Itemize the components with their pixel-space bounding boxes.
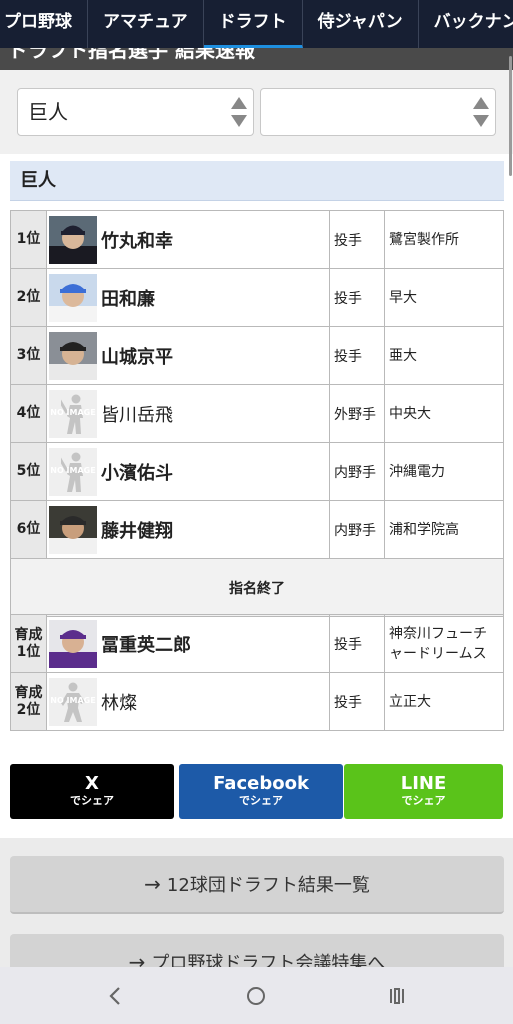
player-name[interactable]: 藤井健翔 bbox=[101, 521, 173, 542]
table-row[interactable]: 1位 竹丸和幸 投手 鷺宮製作所 bbox=[10, 210, 504, 269]
secondary-select[interactable] bbox=[260, 88, 496, 136]
team-line2: ャードリームス bbox=[389, 645, 487, 662]
player-name[interactable]: 田和廉 bbox=[101, 289, 155, 310]
pick-rank: 育成 2位 bbox=[10, 672, 47, 731]
tab-back-number[interactable]: バックナンバー bbox=[419, 0, 513, 48]
rank-line2: 1位 bbox=[16, 643, 41, 660]
draft-picks-table: 1位 竹丸和幸 投手 鷺宮製作所 2位 田和廉 投手 早大 3位 山城京平 投手… bbox=[10, 210, 504, 617]
team-line1: 神奈川フューチ bbox=[389, 625, 487, 642]
player-photo bbox=[49, 273, 97, 322]
share-x-sub: でシェア bbox=[70, 794, 114, 807]
development-picks-table: 育成 1位 冨重英二郎 投手 神奈川フューチ ャードリームス 育成 2位 NO IMA… bbox=[10, 614, 504, 731]
share-x-label: X bbox=[85, 773, 99, 794]
pick-rank: 4位 bbox=[10, 384, 47, 443]
scrollbar[interactable] bbox=[509, 56, 512, 176]
home-icon[interactable] bbox=[241, 981, 271, 1011]
player-position: 投手 bbox=[329, 326, 385, 385]
share-x-button[interactable]: X でシェア bbox=[10, 764, 174, 819]
player-team: 神奈川フューチ ャードリームス bbox=[384, 614, 504, 673]
recents-icon[interactable] bbox=[382, 981, 412, 1011]
player-position: 外野手 bbox=[329, 384, 385, 443]
rank-line1: 育成 bbox=[14, 626, 43, 643]
tab-draft[interactable]: ドラフト bbox=[203, 0, 303, 48]
share-facebook-label: Facebook bbox=[213, 773, 309, 794]
player-team: 早大 bbox=[384, 268, 504, 327]
player-photo bbox=[49, 505, 97, 554]
table-row[interactable]: 2位 田和廉 投手 早大 bbox=[10, 268, 504, 327]
share-line-label: LINE bbox=[400, 773, 447, 794]
player-name[interactable]: 林燦 bbox=[101, 693, 137, 714]
player-team: 立正大 bbox=[384, 672, 504, 731]
select-arrows-icon bbox=[473, 97, 489, 127]
no-image-placeholder: NO IMAGE bbox=[49, 389, 97, 438]
share-line-sub: でシェア bbox=[401, 794, 446, 807]
team-select[interactable]: 巨人 bbox=[17, 88, 254, 136]
pick-rank: 5位 bbox=[10, 442, 47, 501]
tab-amateur[interactable]: アマチュア bbox=[88, 0, 204, 48]
page-title: ドラフト指名選手 結果速報 bbox=[8, 48, 255, 62]
pick-rank: 2位 bbox=[10, 268, 47, 327]
link-label: 12球団ドラフト結果一覧 bbox=[166, 875, 370, 896]
player-name[interactable]: 皆川岳飛 bbox=[101, 405, 173, 426]
top-nav: プロ野球 アマチュア ドラフト 侍ジャパン バックナンバー bbox=[0, 0, 513, 48]
table-row-end: 指名終了 bbox=[10, 558, 504, 617]
table-row[interactable]: 育成 2位 NO IMAGE 林燦 投手 立正大 bbox=[10, 672, 504, 731]
player-position: 内野手 bbox=[329, 442, 385, 501]
pick-rank: 3位 bbox=[10, 326, 47, 385]
team-heading: 巨人 bbox=[10, 161, 504, 201]
select-arrows-icon bbox=[231, 97, 247, 127]
table-row[interactable]: 4位 NO IMAGE 皆川岳飛 外野手 中央大 bbox=[10, 384, 504, 443]
pick-rank: 1位 bbox=[10, 210, 47, 269]
team-line1: 立正大 bbox=[389, 693, 431, 710]
player-name[interactable]: 山城京平 bbox=[101, 347, 173, 368]
no-image-placeholder: NO IMAGE bbox=[49, 677, 97, 726]
rank-line2: 2位 bbox=[16, 701, 41, 718]
player-photo bbox=[49, 215, 97, 264]
player-position: 投手 bbox=[329, 614, 385, 673]
share-line-button[interactable]: LINE でシェア bbox=[344, 764, 503, 819]
player-team: 沖縄電力 bbox=[384, 442, 504, 501]
player-photo bbox=[49, 331, 97, 380]
player-team: 亜大 bbox=[384, 326, 504, 385]
table-row[interactable]: 育成 1位 冨重英二郎 投手 神奈川フューチ ャードリームス bbox=[10, 614, 504, 673]
no-image-label: NO IMAGE bbox=[50, 465, 96, 475]
player-photo bbox=[49, 619, 97, 668]
table-row[interactable]: 6位 藤井健翔 内野手 浦和学院高 bbox=[10, 500, 504, 559]
system-nav-bar bbox=[0, 967, 513, 1024]
player-team: 浦和学院高 bbox=[384, 500, 504, 559]
player-team: 中央大 bbox=[384, 384, 504, 443]
player-name[interactable]: 小濱佑斗 bbox=[101, 463, 173, 484]
player-team: 鷺宮製作所 bbox=[384, 210, 504, 269]
share-facebook-button[interactable]: Facebook でシェア bbox=[179, 764, 343, 819]
no-image-label: NO IMAGE bbox=[50, 695, 96, 705]
pick-rank: 6位 bbox=[10, 500, 47, 559]
back-icon[interactable] bbox=[100, 981, 130, 1011]
page-title-bar: ドラフト指名選手 結果速報 bbox=[0, 48, 513, 70]
player-position: 投手 bbox=[329, 672, 385, 731]
all-teams-results-link[interactable]: → 12球団ドラフト結果一覧 bbox=[10, 856, 504, 914]
player-name[interactable]: 冨重英二郎 bbox=[101, 635, 191, 656]
no-image-placeholder: NO IMAGE bbox=[49, 447, 97, 496]
tab-pro-baseball[interactable]: プロ野球 bbox=[0, 0, 88, 48]
tab-samurai-japan[interactable]: 侍ジャパン bbox=[303, 0, 419, 48]
arrow-right-icon: → bbox=[144, 872, 161, 896]
rank-line1: 育成 bbox=[14, 684, 43, 701]
team-select-value: 巨人 bbox=[28, 100, 68, 124]
picks-end-label: 指名終了 bbox=[10, 558, 504, 617]
share-facebook-sub: でシェア bbox=[239, 794, 283, 807]
player-position: 投手 bbox=[329, 268, 385, 327]
player-position: 投手 bbox=[329, 210, 385, 269]
player-position: 内野手 bbox=[329, 500, 385, 559]
player-name[interactable]: 竹丸和幸 bbox=[101, 231, 173, 252]
filter-area: 巨人 bbox=[0, 70, 513, 154]
no-image-label: NO IMAGE bbox=[50, 407, 96, 417]
table-row[interactable]: 5位 NO IMAGE 小濱佑斗 内野手 沖縄電力 bbox=[10, 442, 504, 501]
table-row[interactable]: 3位 山城京平 投手 亜大 bbox=[10, 326, 504, 385]
pick-rank: 育成 1位 bbox=[10, 614, 47, 673]
